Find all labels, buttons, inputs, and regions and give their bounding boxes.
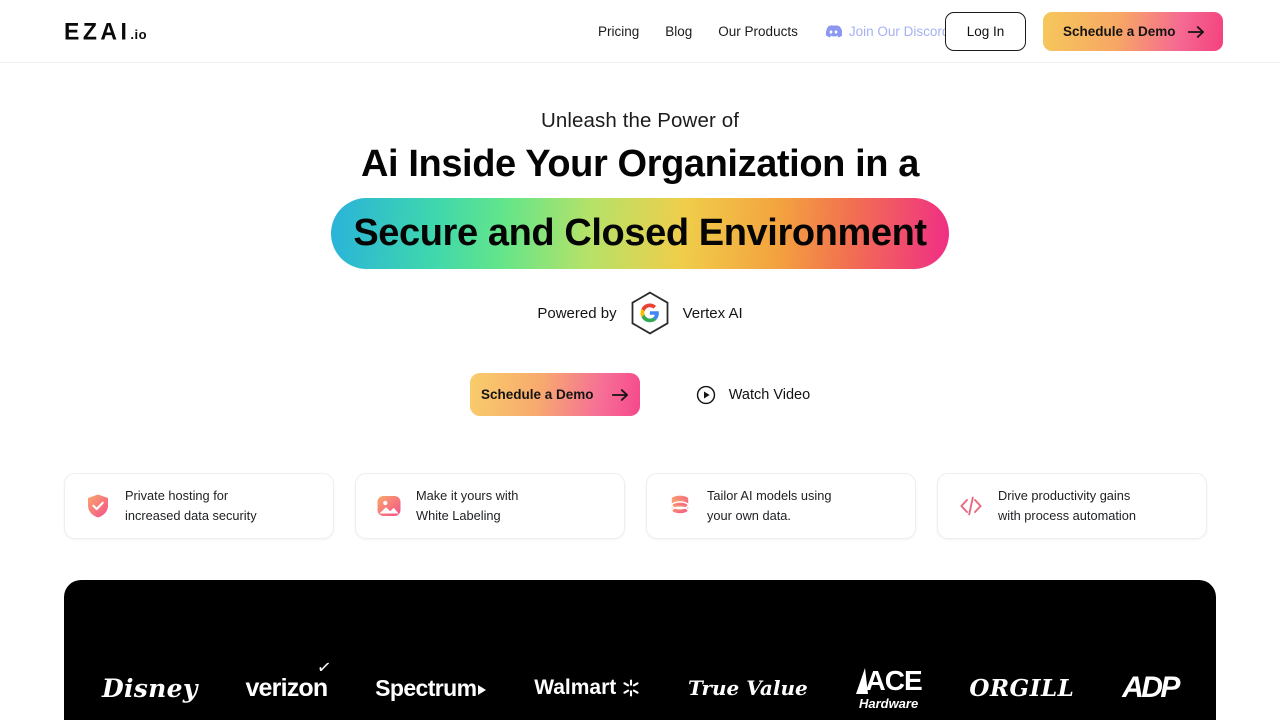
- arrow-right-icon: [611, 388, 628, 401]
- customer-logo-strip: Disney verizon ✓ Spectrum Walmart True Va…: [64, 580, 1216, 720]
- main-nav: Pricing Blog Our Products Join Our Disco…: [598, 0, 962, 63]
- logo[interactable]: EZAI .io: [64, 17, 148, 45]
- schedule-demo-label-header: Schedule a Demo: [1063, 24, 1176, 39]
- hero-highlight-wrap: Secure and Closed Environment: [0, 198, 1280, 270]
- feature-card-text: Private hosting for increased data secur…: [125, 486, 257, 526]
- feature-card-text: Make it yours with White Labeling: [416, 486, 518, 526]
- feature-line-2: increased data security: [125, 508, 257, 523]
- discord-label: Join Our Discord: [848, 24, 950, 39]
- feature-cards: Private hosting for increased data secur…: [64, 473, 1216, 539]
- feature-line-1: Private hosting for: [125, 488, 229, 503]
- discord-icon: [825, 25, 842, 38]
- spectrum-triangle-icon: [478, 684, 487, 695]
- schedule-demo-label-hero: Schedule a Demo: [481, 387, 594, 403]
- feature-line-2: with process automation: [998, 508, 1136, 523]
- logo-verizon: verizon ✓: [245, 657, 331, 710]
- login-button[interactable]: Log In: [945, 12, 1026, 51]
- feature-card-white-labeling[interactable]: Make it yours with White Labeling: [355, 473, 625, 539]
- database-icon: [671, 495, 689, 515]
- nav-our-products[interactable]: Our Products: [705, 24, 811, 39]
- customer-logo-row: Disney verizon ✓ Spectrum Walmart True Va…: [64, 657, 1216, 711]
- schedule-demo-button-header[interactable]: Schedule a Demo: [1043, 12, 1223, 51]
- arrow-right-icon: [1187, 25, 1204, 38]
- play-circle-icon: [696, 385, 715, 404]
- logo-orgill: ORGILL: [969, 674, 1075, 702]
- nav-blog[interactable]: Blog: [652, 24, 705, 39]
- logo-ace-text: ACE: [865, 664, 923, 696]
- logo-walmart-text: Walmart: [534, 676, 617, 699]
- logo-walmart: Walmart: [534, 666, 640, 710]
- logo-tld: .io: [130, 27, 148, 42]
- logo-ace-main: ACE: [855, 664, 923, 696]
- hero-headline: Ai Inside Your Organization in a: [361, 143, 919, 185]
- feature-line-1: Drive productivity gains: [998, 488, 1131, 503]
- feature-line-2: White Labeling: [416, 508, 501, 523]
- logo-spectrum: Spectrum: [375, 666, 487, 710]
- feature-card-text: Tailor AI models using your own data.: [707, 486, 831, 526]
- logo-ace-sub: Hardware: [858, 695, 919, 711]
- logo-truevalue: True Value: [688, 676, 808, 700]
- code-icon: [960, 496, 982, 516]
- hero-highlight: Secure and Closed Environment: [331, 198, 949, 270]
- logo-spectrum-text: Spectrum: [375, 674, 477, 701]
- feature-line-1: Tailor AI models using: [707, 488, 832, 503]
- feature-card-private-hosting[interactable]: Private hosting for increased data secur…: [64, 473, 334, 539]
- logo-verizon-text: verizon: [245, 673, 328, 702]
- powered-by-label: Powered by: [537, 304, 617, 322]
- powered-by-product: Vertex AI: [682, 304, 743, 322]
- watch-video-label: Watch Video: [728, 386, 811, 403]
- google-vertex-hexagon-icon: [631, 291, 668, 335]
- schedule-demo-button-hero[interactable]: Schedule a Demo: [469, 373, 640, 417]
- nav-pricing[interactable]: Pricing: [598, 24, 652, 39]
- powered-by: Powered by Vertex AI: [0, 291, 1280, 335]
- hero-eyebrow: Unleash the Power of: [540, 109, 739, 132]
- logo-disney: Disney: [102, 673, 198, 703]
- logo-text: EZAI: [64, 17, 131, 45]
- shield-check-icon: [88, 494, 108, 518]
- hero-section: Unleash the Power of Ai Inside Your Orga…: [0, 109, 1280, 417]
- nav-join-discord[interactable]: Join Our Discord: [811, 24, 963, 39]
- feature-card-process-automation[interactable]: Drive productivity gains with process au…: [937, 473, 1207, 539]
- feature-line-2: your own data.: [707, 508, 791, 523]
- image-icon: [377, 496, 401, 516]
- site-header: EZAI .io Pricing Blog Our Products Join …: [0, 0, 1280, 63]
- hero-cta-row: Schedule a Demo Watch Video: [0, 373, 1280, 417]
- header-actions: Log In Schedule a Demo: [945, 12, 1223, 51]
- logo-adp: ADP: [1122, 671, 1180, 704]
- verizon-check-icon: ✓: [315, 657, 332, 678]
- watch-video-button[interactable]: Watch Video: [696, 385, 810, 405]
- feature-card-tailor-models[interactable]: Tailor AI models using your own data.: [646, 473, 916, 539]
- feature-card-text: Drive productivity gains with process au…: [998, 486, 1136, 526]
- feature-line-1: Make it yours with: [416, 488, 519, 503]
- walmart-spark-icon: [623, 679, 639, 697]
- logo-ace: ACE Hardware: [855, 664, 923, 711]
